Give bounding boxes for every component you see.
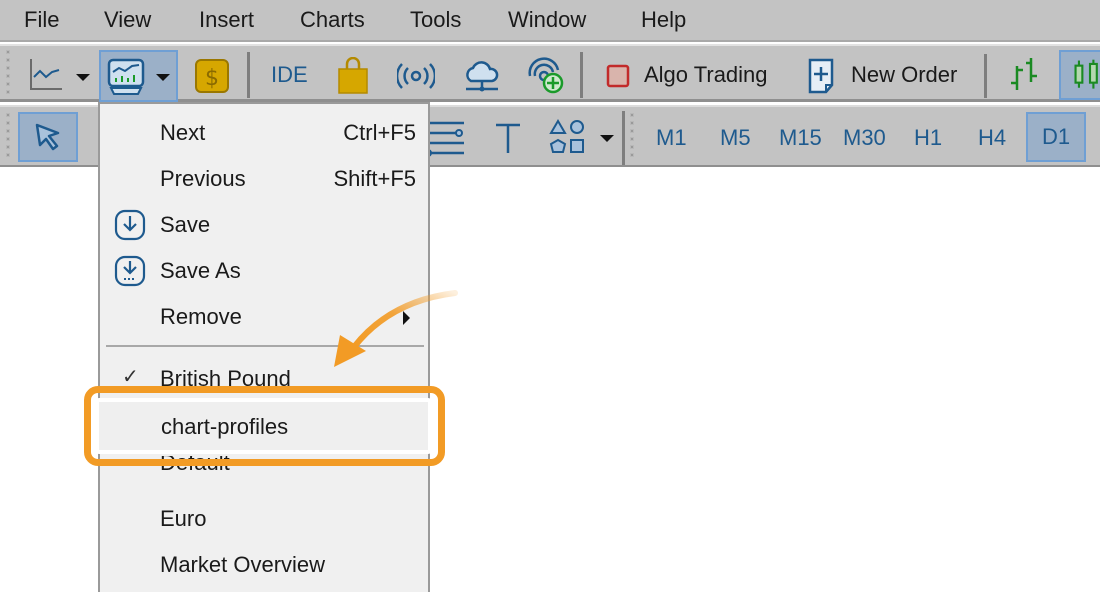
annotation-arrow-icon xyxy=(334,290,458,367)
timeframe-m30[interactable]: M30 xyxy=(843,125,886,151)
toolbar-separator xyxy=(984,54,987,98)
menu-item-profile-euro[interactable]: Euro xyxy=(100,498,428,540)
standard-toolbar: $ IDE Algo Trading New Order xyxy=(0,44,1100,102)
algo-trading-icon xyxy=(606,64,630,88)
cursor-icon xyxy=(35,123,60,151)
menu-item-shortcut: Shift+F5 xyxy=(333,166,416,191)
menu-help[interactable]: Help xyxy=(641,7,686,33)
timeframe-h1[interactable]: H1 xyxy=(914,125,942,151)
profiles-button[interactable] xyxy=(99,50,178,102)
menu-item-label: Euro xyxy=(160,506,207,531)
menu-view[interactable]: View xyxy=(104,7,151,33)
menu-item-label: Save As xyxy=(160,258,241,283)
bar-chart-button[interactable] xyxy=(1004,56,1044,96)
toolbar-grip[interactable] xyxy=(6,113,10,161)
toolbar-separator xyxy=(622,111,625,165)
menu-charts[interactable]: Charts xyxy=(300,7,365,33)
timeframe-d1-label: D1 xyxy=(1041,124,1071,149)
text-button[interactable] xyxy=(490,119,526,157)
save-icon xyxy=(114,209,146,241)
menu-item-label: British Pound xyxy=(160,366,291,388)
menu-file[interactable]: File xyxy=(24,7,59,33)
checkmark-icon: ✓ xyxy=(122,366,139,388)
profiles-icon xyxy=(107,58,144,95)
toolbar-separator xyxy=(247,52,250,98)
add-signal-icon xyxy=(528,57,564,94)
timeframe-h4[interactable]: H4 xyxy=(978,125,1006,151)
menu-item-label: Previous xyxy=(160,166,246,191)
market-bag-icon xyxy=(338,57,368,94)
shapes-button[interactable] xyxy=(548,117,588,157)
ide-button[interactable]: IDE xyxy=(271,62,308,88)
menu-item-label: Remove xyxy=(160,304,242,329)
algo-trading-label[interactable]: Algo Trading xyxy=(644,62,768,88)
text-icon xyxy=(496,123,520,153)
shapes-dropdown-icon[interactable] xyxy=(600,135,614,142)
vps-button[interactable] xyxy=(462,56,502,96)
vps-cloud-icon xyxy=(466,61,499,92)
timeframe-m5[interactable]: M5 xyxy=(720,125,751,151)
menu-insert[interactable]: Insert xyxy=(199,7,254,33)
timeframe-m15[interactable]: M15 xyxy=(779,125,822,151)
new-order-label[interactable]: New Order xyxy=(851,62,957,88)
menu-item-save[interactable]: Save xyxy=(100,204,428,246)
menu-item-previous[interactable]: Previous Shift+F5 xyxy=(100,158,428,200)
new-chart-dropdown-icon[interactable] xyxy=(76,74,90,81)
menu-item-label: Next xyxy=(160,120,206,145)
cursor-button[interactable] xyxy=(18,112,78,162)
menu-bar: File View Insert Charts Tools Window Hel… xyxy=(0,0,1100,42)
signals-button[interactable] xyxy=(396,60,436,92)
menu-item-profile-market-overview[interactable]: Market Overview xyxy=(100,544,428,586)
candlestick-chart-button[interactable] xyxy=(1059,50,1100,100)
save-as-icon xyxy=(114,255,146,287)
new-chart-button[interactable] xyxy=(26,56,66,92)
add-signal-button[interactable] xyxy=(526,56,566,96)
signals-icon xyxy=(397,63,435,89)
menu-tools[interactable]: Tools xyxy=(410,7,461,33)
profiles-dropdown-icon[interactable] xyxy=(156,74,170,81)
line-chart-icon xyxy=(30,59,62,90)
timeframe-d1[interactable]: D1 xyxy=(1026,112,1086,162)
toolbar-grip[interactable] xyxy=(6,50,10,98)
candlestick-icon xyxy=(1074,59,1098,89)
menu-item-label: Save xyxy=(160,212,211,237)
menu-item-shortcut: Ctrl+F5 xyxy=(343,120,416,145)
deposit-button[interactable]: $ xyxy=(194,58,230,94)
toolbar-grip[interactable] xyxy=(630,113,634,161)
toolbar-separator xyxy=(580,52,583,98)
dollar-icon: $ xyxy=(195,59,229,93)
shapes-icon xyxy=(549,119,584,153)
menu-window[interactable]: Window xyxy=(508,7,586,33)
svg-text:$: $ xyxy=(205,66,219,91)
menu-item-label: Market Overview xyxy=(160,552,326,577)
highlight-callout xyxy=(84,386,445,466)
market-button[interactable] xyxy=(336,56,370,96)
timeframe-m1[interactable]: M1 xyxy=(656,125,687,151)
new-order-button[interactable] xyxy=(806,56,838,96)
new-order-icon xyxy=(808,58,834,94)
menu-item-next[interactable]: Next Ctrl+F5 xyxy=(100,112,428,154)
bar-chart-icon xyxy=(1011,58,1037,90)
